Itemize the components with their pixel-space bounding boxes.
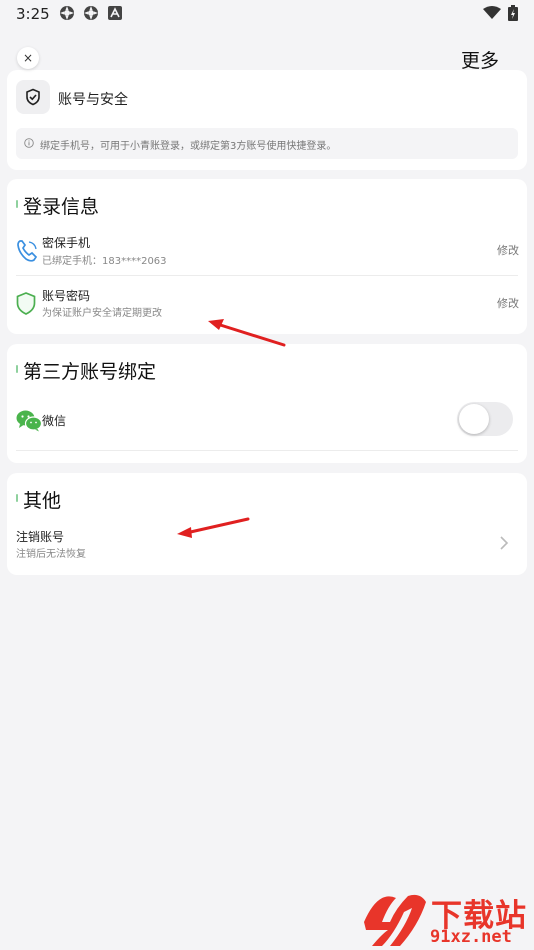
account-security-title: 账号与安全 [58, 92, 128, 108]
phone-icon [17, 240, 38, 262]
settings-gear-icon [60, 6, 74, 20]
annotation-arrow [208, 319, 286, 347]
divider [16, 450, 518, 451]
app-a-icon [108, 6, 122, 20]
secure-phone-subtitle: 已绑定手机：183****2063 [42, 256, 167, 267]
third-party-section-title: 第三方账号绑定 [23, 361, 157, 383]
shield-check-icon [26, 88, 40, 106]
edit-password-button[interactable]: 修改 [497, 295, 519, 311]
wechat-bind-toggle[interactable] [457, 402, 513, 436]
wechat-icon [16, 410, 42, 432]
watermark-url: 91xz.net [430, 927, 512, 947]
battery-charging-icon [508, 5, 518, 21]
status-time: 3:25 [16, 5, 50, 23]
wifi-icon [483, 6, 501, 19]
account-password-subtitle: 为保证账户安全请定期更改 [42, 308, 162, 319]
account-security-icon-box [16, 80, 50, 114]
close-button[interactable]: × [17, 47, 39, 69]
login-section-title: 登录信息 [23, 196, 100, 218]
section-accent-bar [16, 494, 18, 502]
wechat-label: 微信 [42, 414, 67, 428]
edit-phone-button[interactable]: 修改 [497, 242, 519, 258]
watermark-logo-icon [364, 894, 426, 946]
annotation-arrow [177, 517, 250, 538]
cancel-account-title[interactable]: 注销账号 [16, 528, 64, 545]
shield-icon [16, 292, 36, 315]
more-button[interactable]: 更多 [461, 46, 499, 73]
chevron-right-icon[interactable] [499, 535, 509, 551]
settings-gear-icon [84, 6, 98, 20]
other-section-title: 其他 [23, 490, 62, 512]
cancel-account-subtitle: 注销后无法恢复 [16, 549, 86, 560]
notice-text: 绑定手机号，可用于小青账登录，或绑定第3方账号使用快捷登录。 [40, 141, 337, 152]
info-icon [24, 138, 34, 148]
section-accent-bar [16, 365, 18, 373]
toggle-knob [459, 404, 489, 434]
divider [16, 275, 518, 276]
secure-phone-title: 密保手机 [42, 236, 91, 250]
section-accent-bar [16, 200, 18, 208]
account-password-title: 账号密码 [42, 289, 91, 303]
close-icon: × [22, 51, 34, 65]
